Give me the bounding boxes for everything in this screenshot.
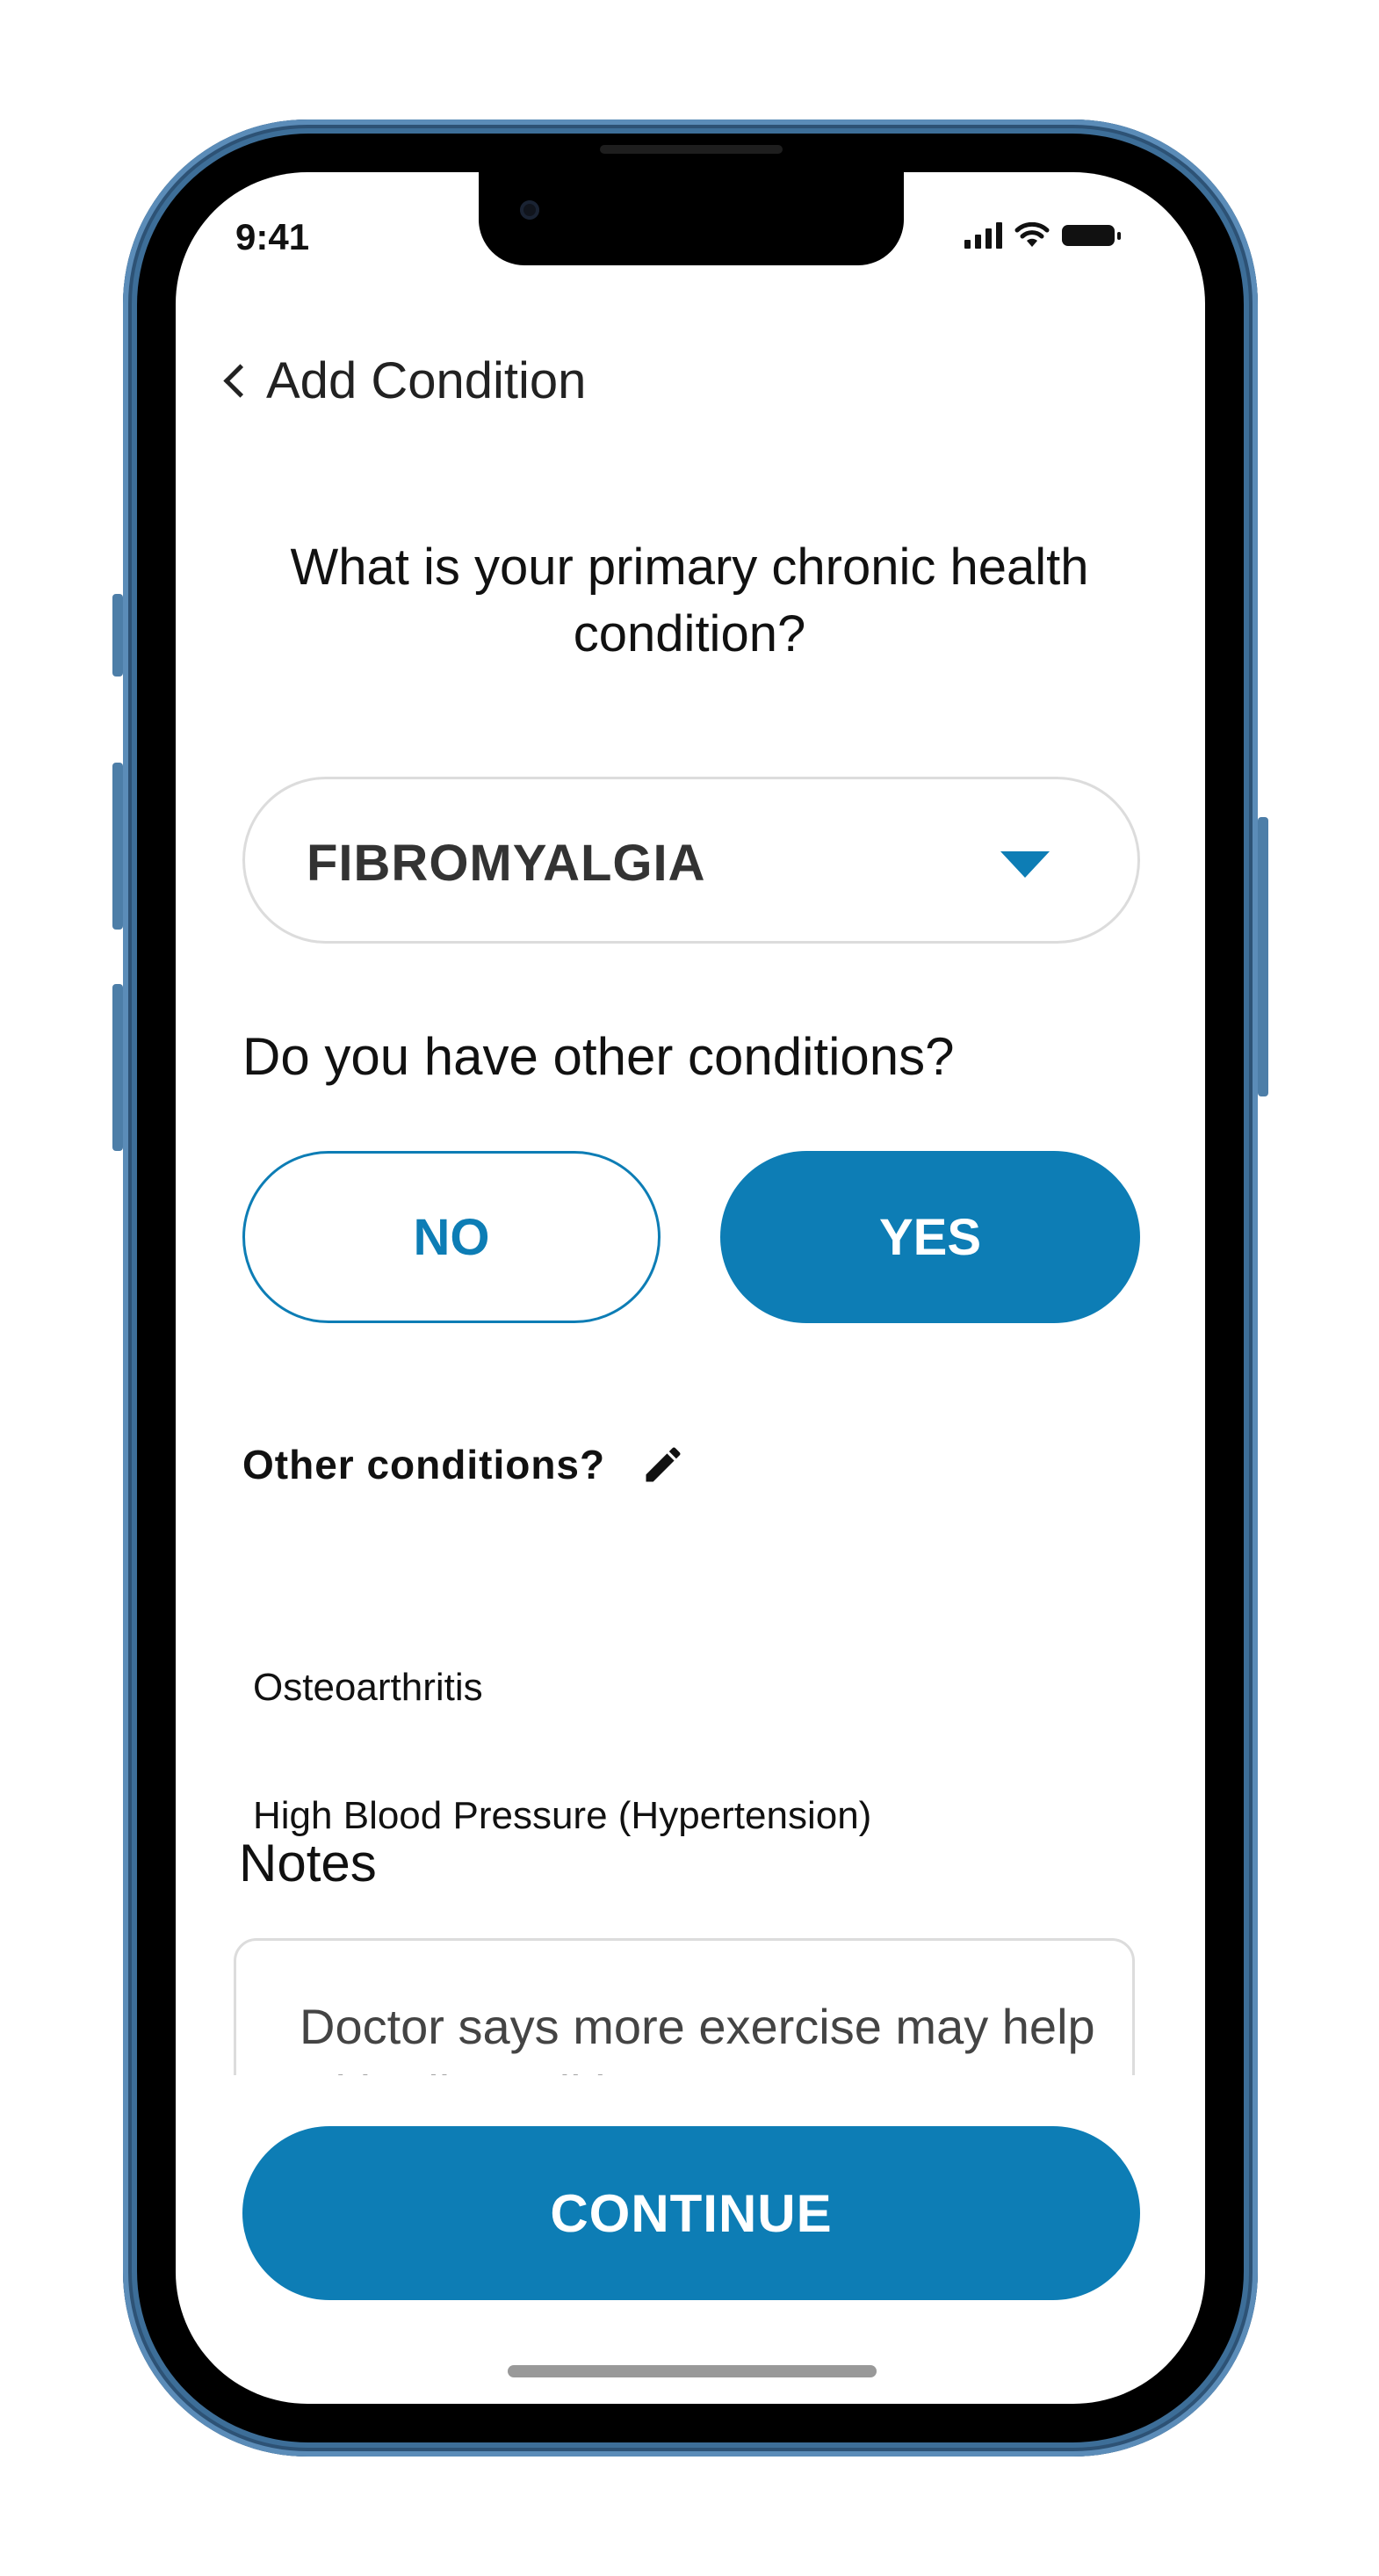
- primary-condition-value: FIBROMYALGIA: [307, 835, 706, 892]
- chevron-left-icon: [223, 364, 257, 398]
- home-indicator: [508, 2365, 877, 2377]
- mute-switch: [112, 594, 123, 677]
- no-button[interactable]: NO: [242, 1151, 661, 1323]
- primary-condition-select[interactable]: FIBROMYALGIA: [242, 777, 1140, 944]
- caret-down-icon: [1000, 851, 1050, 878]
- volume-up-button: [112, 763, 123, 930]
- status-icons: [964, 220, 1121, 251]
- battery-icon: [1062, 225, 1121, 246]
- status-time: 9:41: [235, 216, 310, 257]
- other-conditions-question: Do you have other conditions?: [242, 1027, 955, 1086]
- page-title: Add Condition: [266, 352, 587, 409]
- continue-button[interactable]: CONTINUE: [242, 2126, 1140, 2300]
- other-conditions-heading: Other conditions?: [242, 1442, 606, 1487]
- notes-textarea[interactable]: Doctor says more exercise may help with …: [234, 1938, 1135, 2075]
- yes-button[interactable]: YES: [720, 1151, 1140, 1323]
- notch: [479, 172, 904, 265]
- other-conditions-header: Other conditions?: [242, 1441, 686, 1488]
- earpiece-speaker: [600, 145, 783, 154]
- notes-viewport: Doctor says more exercise may help with …: [234, 1938, 1135, 2075]
- cellular-signal-icon: [964, 222, 1002, 249]
- volume-down-button: [112, 984, 123, 1151]
- wifi-icon: [1014, 222, 1050, 247]
- pencil-edit-icon[interactable]: [640, 1442, 686, 1487]
- notes-label: Notes: [239, 1834, 377, 1892]
- condition-item: High Blood Pressure (Hypertension): [253, 1794, 872, 1837]
- primary-condition-question: What is your primary chronic health cond…: [290, 539, 1089, 662]
- power-button: [1258, 817, 1268, 1096]
- back-button[interactable]: Add Condition: [221, 351, 586, 410]
- condition-item: Osteoarthritis: [253, 1666, 483, 1709]
- front-camera-icon: [520, 200, 539, 220]
